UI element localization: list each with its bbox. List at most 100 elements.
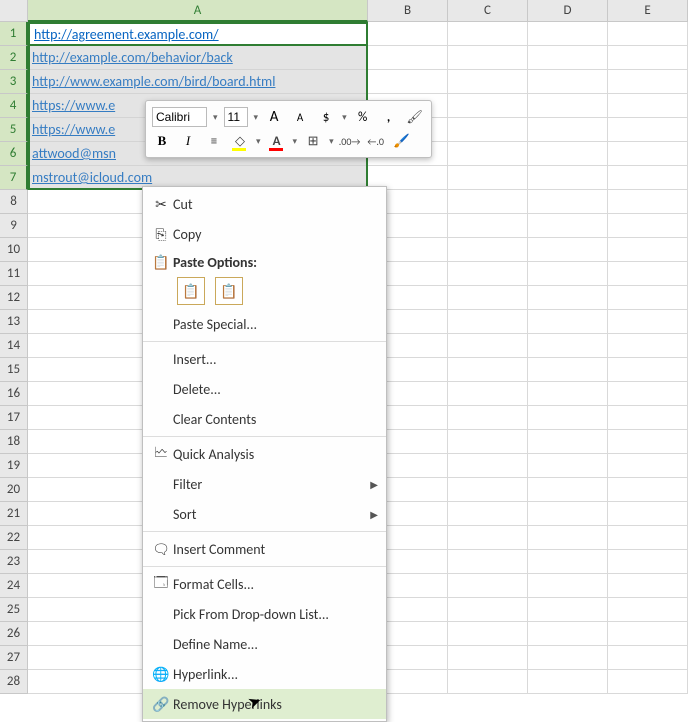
- cell-B2[interactable]: [368, 46, 448, 70]
- cell-D19[interactable]: [528, 454, 608, 478]
- row-header-22[interactable]: 22: [0, 526, 28, 550]
- cell-C20[interactable]: [448, 478, 528, 502]
- cell-C26[interactable]: [448, 622, 528, 646]
- row-header-11[interactable]: 11: [0, 262, 28, 286]
- menu-filter[interactable]: Filter ▶: [143, 469, 386, 499]
- font-color-button[interactable]: A: [267, 131, 287, 151]
- menu-insert-comment[interactable]: 🗨 Insert Comment: [143, 534, 386, 564]
- cell-A3[interactable]: http://www.example.com/bird/board.html: [28, 70, 368, 94]
- cell-D3[interactable]: [528, 70, 608, 94]
- cell-E27[interactable]: [608, 646, 688, 670]
- cell-C24[interactable]: [448, 574, 528, 598]
- cell-D20[interactable]: [528, 478, 608, 502]
- borders-dropdown-icon[interactable]: ▾: [329, 136, 334, 147]
- cell-E6[interactable]: [608, 142, 688, 166]
- cell-D1[interactable]: [528, 22, 608, 46]
- menu-hyperlink[interactable]: 🌐 Hyperlink...: [143, 659, 386, 689]
- cell-D6[interactable]: [528, 142, 608, 166]
- cell-E17[interactable]: [608, 406, 688, 430]
- cell-E23[interactable]: [608, 550, 688, 574]
- cell-C16[interactable]: [448, 382, 528, 406]
- bold-button[interactable]: B: [152, 131, 172, 151]
- column-header-c[interactable]: C: [448, 0, 528, 22]
- menu-delete[interactable]: Delete...: [143, 374, 386, 404]
- cell-D24[interactable]: [528, 574, 608, 598]
- font-name-input[interactable]: [152, 107, 207, 127]
- cell-D14[interactable]: [528, 334, 608, 358]
- row-header-1[interactable]: 1: [0, 22, 28, 46]
- row-header-18[interactable]: 18: [0, 430, 28, 454]
- cell-C22[interactable]: [448, 526, 528, 550]
- cell-D28[interactable]: [528, 670, 608, 694]
- row-header-4[interactable]: 4: [0, 94, 28, 118]
- cell-C18[interactable]: [448, 430, 528, 454]
- row-header-16[interactable]: 16: [0, 382, 28, 406]
- cell-E25[interactable]: [608, 598, 688, 622]
- font-color-dropdown-icon[interactable]: ▾: [293, 136, 298, 147]
- row-header-6[interactable]: 6: [0, 142, 28, 166]
- cell-C19[interactable]: [448, 454, 528, 478]
- merge-center-button[interactable]: 🖌️: [392, 131, 412, 151]
- spreadsheet-grid[interactable]: A B C D E: [0, 0, 692, 22]
- increase-decimal-button[interactable]: .00→: [340, 131, 360, 151]
- cell-E8[interactable]: [608, 190, 688, 214]
- borders-button[interactable]: ⊞: [303, 131, 323, 151]
- row-header-28[interactable]: 28: [0, 670, 28, 694]
- hyperlink[interactable]: http://agreement.example.com/: [32, 25, 217, 42]
- hyperlink[interactable]: http://example.com/behavior/back: [32, 49, 233, 66]
- cell-D15[interactable]: [528, 358, 608, 382]
- cell-B1[interactable]: [368, 22, 448, 46]
- row-header-5[interactable]: 5: [0, 118, 28, 142]
- cell-C1[interactable]: [448, 22, 528, 46]
- cell-E18[interactable]: [608, 430, 688, 454]
- cell-D7[interactable]: [528, 166, 608, 190]
- cell-E1[interactable]: [608, 22, 688, 46]
- cell-C2[interactable]: [448, 46, 528, 70]
- cell-C25[interactable]: [448, 598, 528, 622]
- center-align-button[interactable]: ≡: [204, 131, 224, 151]
- cell-E24[interactable]: [608, 574, 688, 598]
- cell-D16[interactable]: [528, 382, 608, 406]
- cell-D13[interactable]: [528, 310, 608, 334]
- row-header-13[interactable]: 13: [0, 310, 28, 334]
- cell-A2[interactable]: http://example.com/behavior/back: [28, 46, 368, 70]
- accounting-dropdown-icon[interactable]: ▾: [342, 112, 347, 123]
- cell-E26[interactable]: [608, 622, 688, 646]
- cell-C28[interactable]: [448, 670, 528, 694]
- row-header-12[interactable]: 12: [0, 286, 28, 310]
- cell-E22[interactable]: [608, 526, 688, 550]
- hyperlink[interactable]: https://www.e: [32, 97, 115, 114]
- row-header-20[interactable]: 20: [0, 478, 28, 502]
- cell-D22[interactable]: [528, 526, 608, 550]
- percent-format-button[interactable]: %: [353, 107, 373, 127]
- cell-C13[interactable]: [448, 310, 528, 334]
- cell-C6[interactable]: [448, 142, 528, 166]
- cell-D17[interactable]: [528, 406, 608, 430]
- font-size-input[interactable]: [224, 107, 248, 127]
- increase-font-button[interactable]: A: [264, 107, 284, 127]
- cell-C17[interactable]: [448, 406, 528, 430]
- cell-C7[interactable]: [448, 166, 528, 190]
- cell-E19[interactable]: [608, 454, 688, 478]
- cell-C23[interactable]: [448, 550, 528, 574]
- row-header-27[interactable]: 27: [0, 646, 28, 670]
- paste-option-values[interactable]: 📋: [215, 277, 243, 305]
- mini-toolbar[interactable]: ▾ ▾ A A $ ▾ % , 🖌 B I ≡ ◇ ▾ A ▾ ⊞ ▾ .00→…: [145, 100, 432, 158]
- cell-D4[interactable]: [528, 94, 608, 118]
- menu-insert[interactable]: Insert...: [143, 344, 386, 374]
- cell-D21[interactable]: [528, 502, 608, 526]
- cell-E10[interactable]: [608, 238, 688, 262]
- cell-E12[interactable]: [608, 286, 688, 310]
- cell-C27[interactable]: [448, 646, 528, 670]
- cell-C11[interactable]: [448, 262, 528, 286]
- cell-D12[interactable]: [528, 286, 608, 310]
- format-painter-button[interactable]: 🖌: [405, 107, 425, 127]
- cell-E4[interactable]: [608, 94, 688, 118]
- menu-copy[interactable]: ⎘ Copy: [143, 219, 386, 249]
- font-size-dropdown-icon[interactable]: ▾: [254, 112, 259, 123]
- cell-E5[interactable]: [608, 118, 688, 142]
- row-header-2[interactable]: 2: [0, 46, 28, 70]
- fill-color-dropdown-icon[interactable]: ▾: [256, 136, 261, 147]
- row-header-14[interactable]: 14: [0, 334, 28, 358]
- cell-D26[interactable]: [528, 622, 608, 646]
